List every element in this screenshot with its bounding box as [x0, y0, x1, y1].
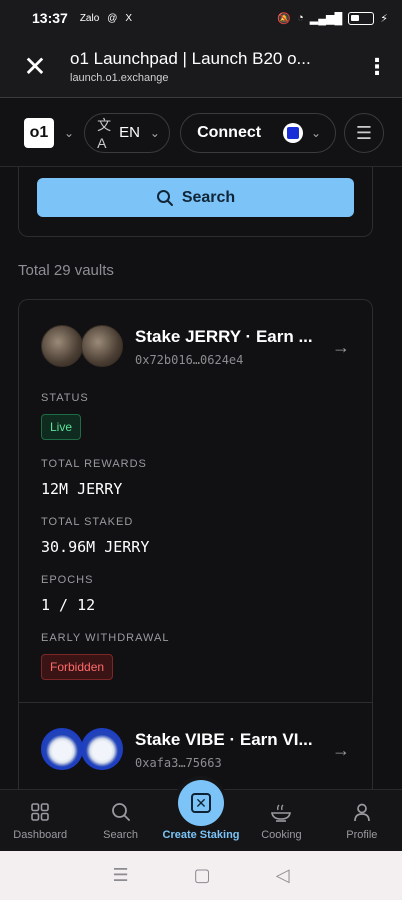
language-selector[interactable]: 文A EN ⌄ — [84, 112, 171, 153]
arrow-right-icon[interactable]: → — [332, 740, 350, 761]
browser-toolbar: ✕ o1 Launchpad | Launch B20 o... launch.… — [0, 36, 402, 98]
network-selector[interactable]: ⌄ — [283, 122, 322, 143]
home-icon[interactable]: ▢ — [194, 865, 211, 886]
page-url: launch.o1.exchange — [70, 72, 169, 84]
epochs-value: 1 / 12 — [41, 596, 96, 614]
more-options-icon[interactable]: ⋮ — [352, 54, 402, 80]
token-pair-avatars — [41, 728, 123, 772]
search-icon — [156, 189, 173, 206]
vault-address: 0x72b016…0624e4 — [135, 353, 244, 367]
tab-label: Dashboard — [13, 829, 68, 841]
search-button-label: Search — [181, 188, 236, 206]
connect-button[interactable]: Connect ⌄ — [180, 112, 337, 153]
page-title: o1 Launchpad | Launch B20 o... — [70, 49, 311, 68]
search-button[interactable]: Search — [37, 178, 354, 217]
total-staked-label: TOTAL STAKED — [41, 516, 134, 528]
signal-icon: ▂▄▆█ — [309, 12, 343, 25]
clock: 13:37 — [32, 10, 68, 26]
hamburger-menu-icon[interactable]: ☰ — [344, 113, 384, 153]
battery-icon — [348, 11, 375, 25]
jerry-token-icon — [81, 325, 123, 367]
vault-header[interactable]: Stake JERRY · Earn ... 0x72b016…0624e4 → — [41, 324, 350, 370]
app-icon: @ — [107, 12, 118, 24]
browser-titles: o1 Launchpad | Launch B20 o... launch.o1… — [70, 49, 352, 84]
vault-card[interactable]: Stake JERRY · Earn ... 0x72b016…0624e4 →… — [19, 300, 372, 702]
user-icon — [353, 803, 370, 822]
vault-titles: Stake JERRY · Earn ... 0x72b016…0624e4 — [135, 327, 332, 367]
vault-titles: Stake VIBE · Earn VI... 0xafa3…75663 — [135, 730, 332, 770]
wifi-icon: ◔ — [297, 12, 304, 24]
chevron-down-icon: ⌄ — [311, 125, 322, 140]
status-badge: Live — [41, 414, 82, 440]
vault-header[interactable]: Stake VIBE · Earn VI... 0xafa3…75663 → — [41, 727, 350, 773]
withdrawal-badge: Forbidden — [41, 654, 114, 680]
search-panel: Search — [18, 167, 373, 237]
vault-address: 0xafa3…75663 — [135, 756, 222, 770]
tab-cooking[interactable]: Cooking — [241, 790, 321, 851]
zalo-icon: Zalo — [79, 12, 100, 24]
charging-icon: ⚡ — [380, 12, 388, 25]
o1-logo[interactable]: o1 — [24, 117, 54, 148]
tab-label: Profile — [346, 829, 378, 841]
search-icon — [111, 803, 130, 821]
vibe-token-icon — [81, 728, 123, 770]
vault-card[interactable]: Stake VIBE · Earn VI... 0xafa3…75663 → — [19, 702, 372, 773]
site-header: o1 ⌄ 文A EN ⌄ Connect ⌄ ☰ — [0, 99, 402, 167]
translate-icon: 文A — [97, 116, 112, 151]
create-icon: ✕ — [191, 793, 212, 813]
x-icon: X — [125, 12, 133, 24]
close-icon[interactable]: ✕ — [0, 52, 70, 81]
recents-icon[interactable]: ☰ — [113, 865, 129, 886]
total-rewards-label: TOTAL REWARDS — [41, 458, 147, 470]
bottom-navigation: Dashboard Search ✕ Create Staking Cookin… — [0, 780, 402, 851]
system-navigation-bar: ☰ ▢ ◁ — [0, 851, 402, 900]
status-label: STATUS — [41, 392, 89, 404]
grid-icon — [31, 803, 50, 821]
system-icons: 🔕 ◔ ▂▄▆█ ⚡ — [277, 11, 388, 25]
vault-list: Stake JERRY · Earn ... 0x72b016…0624e4 →… — [18, 299, 373, 799]
jerry-token-icon — [41, 325, 83, 367]
token-pair-avatars — [41, 325, 123, 369]
vibe-token-icon — [41, 728, 83, 770]
connect-label: Connect — [197, 123, 262, 141]
mute-icon: 🔕 — [277, 12, 292, 25]
total-rewards-value: 12M JERRY — [41, 480, 123, 498]
tab-dashboard[interactable]: Dashboard — [0, 790, 80, 851]
vault-name: Stake VIBE · Earn VI... — [135, 730, 313, 749]
tab-label: Cooking — [261, 829, 302, 841]
notification-icons: Zalo @ X — [80, 13, 132, 24]
chevron-down-icon: ⌄ — [149, 125, 160, 140]
tab-create-staking[interactable]: ✕ Create Staking — [161, 780, 241, 851]
epochs-label: EPOCHS — [41, 574, 94, 586]
network-icon — [283, 122, 303, 143]
status-bar: 13:37 Zalo @ X 🔕 ◔ ▂▄▆█ ⚡ — [0, 0, 402, 36]
create-staking-button[interactable]: ✕ — [178, 780, 225, 826]
early-withdrawal-label: EARLY WITHDRAWAL — [41, 632, 170, 644]
tab-search[interactable]: Search — [80, 790, 160, 851]
vault-count: Total 29 vaults — [18, 262, 114, 279]
arrow-right-icon[interactable]: → — [332, 337, 350, 358]
back-icon[interactable]: ◁ — [276, 865, 290, 886]
tab-label: Create Staking — [162, 829, 240, 841]
chevron-down-icon[interactable]: ⌄ — [64, 126, 74, 140]
tab-label: Search — [103, 829, 139, 841]
total-staked-value: 30.96M JERRY — [41, 538, 150, 556]
language-label: EN — [119, 124, 140, 141]
vault-name: Stake JERRY · Earn ... — [135, 327, 313, 346]
bowl-icon — [271, 804, 292, 822]
tab-profile[interactable]: Profile — [322, 790, 402, 851]
